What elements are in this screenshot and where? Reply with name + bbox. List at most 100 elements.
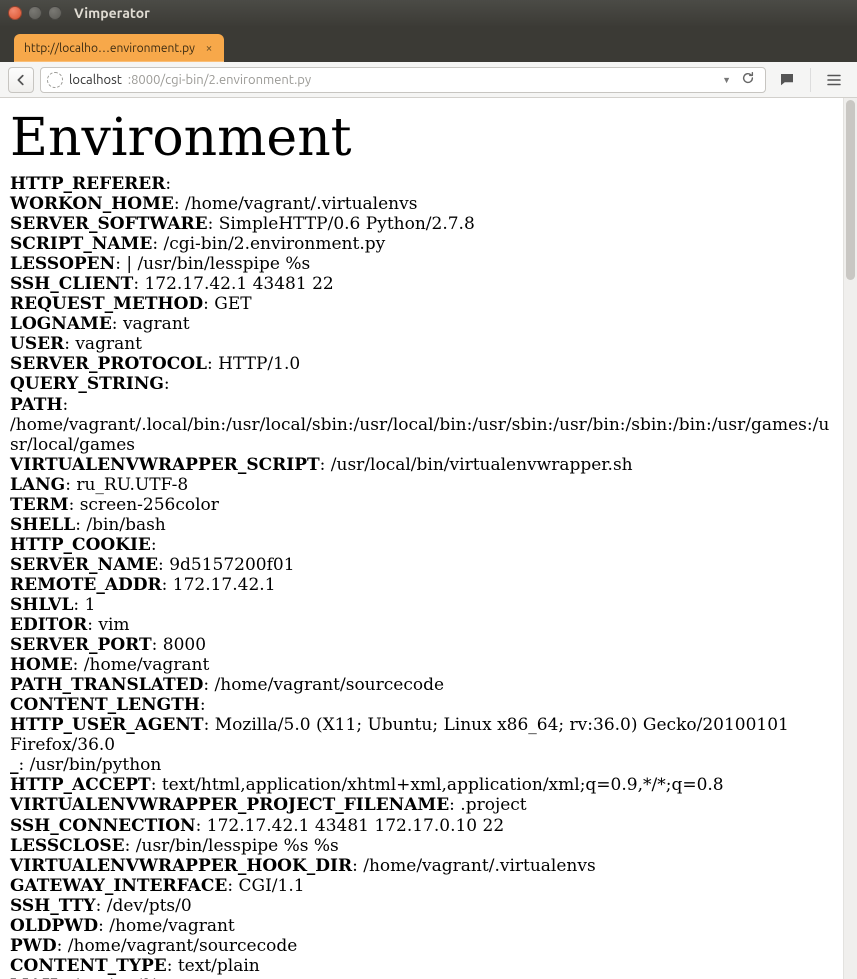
page-heading: Environment [10, 108, 837, 168]
env-row: EDITOR: vim [10, 615, 837, 635]
chat-icon[interactable] [772, 67, 802, 93]
env-row: SERVER_PORT: 8000 [10, 635, 837, 655]
env-row: OLDPWD: /home/vagrant [10, 916, 837, 936]
env-value: vim [98, 615, 129, 635]
env-row: HOME: /home/vagrant [10, 655, 837, 675]
env-row: HTTP_USER_AGENT: Mozilla/5.0 (X11; Ubunt… [10, 715, 837, 755]
env-key: WORKON_HOME [10, 194, 174, 214]
env-value: 9d5157200f01 [169, 555, 294, 575]
url-bar[interactable]: localhost:8000/cgi-bin/2.environment.py … [40, 67, 766, 93]
url-path: :8000/cgi-bin/2.environment.py [128, 73, 311, 87]
env-key: SHELL [10, 515, 75, 535]
env-row: CONTENT_LENGTH: [10, 695, 837, 715]
env-row: SCRIPT_NAME: /cgi-bin/2.environment.py [10, 234, 837, 254]
env-row: QUERY_STRING: [10, 374, 837, 394]
env-key: CONTENT_TYPE [10, 956, 167, 976]
env-key: SSH_TTY [10, 896, 96, 916]
env-key: PWD [10, 936, 57, 956]
env-key: HTTP_REFERER [10, 174, 165, 194]
env-value: /usr/local/bin/virtualenvwrapper.sh [331, 455, 633, 475]
env-row: PATH_TRANSLATED: /home/vagrant/sourcecod… [10, 675, 837, 695]
env-value: vagrant [123, 314, 190, 334]
env-key: SHLVL [10, 595, 73, 615]
env-value: screen-256color [80, 495, 219, 515]
env-row: LANG: ru_RU.UTF-8 [10, 475, 837, 495]
env-key: CONTENT_LENGTH [10, 695, 200, 715]
window-minimize-icon[interactable] [28, 6, 42, 20]
env-key: LANG [10, 475, 65, 495]
env-key: SCRIPT_NAME [10, 234, 152, 254]
env-value: /home/vagrant/sourcecode [215, 675, 445, 695]
env-row: REQUEST_METHOD: GET [10, 294, 837, 314]
hamburger-menu-icon[interactable] [819, 67, 849, 93]
env-value: ru_RU.UTF-8 [76, 475, 188, 495]
env-row: HTTP_REFERER: [10, 174, 837, 194]
env-key: VIRTUALENVWRAPPER_HOOK_DIR [10, 856, 352, 876]
url-dropdown-icon[interactable]: ▼ [722, 75, 731, 85]
env-value: 172.17.42.1 43481 172.17.0.10 22 [207, 816, 504, 836]
env-key: REMOTE_ADDR [10, 575, 162, 595]
env-row: VIRTUALENVWRAPPER_PROJECT_FILENAME: .pro… [10, 795, 837, 815]
env-key: VIRTUALENVWRAPPER_SCRIPT [10, 455, 320, 475]
window-maximize-icon[interactable] [48, 6, 62, 20]
env-row: WORKON_HOME: /home/vagrant/.virtualenvs [10, 194, 837, 214]
env-key: SSH_CLIENT [10, 274, 133, 294]
browser-toolbar: localhost:8000/cgi-bin/2.environment.py … [0, 62, 857, 98]
env-key: LOGNAME [10, 314, 112, 334]
env-row: TERM: screen-256color [10, 495, 837, 515]
env-key: GATEWAY_INTERFACE [10, 876, 227, 896]
env-key: SERVER_PROTOCOL [10, 354, 207, 374]
toolbar-separator [810, 68, 811, 92]
env-row: GATEWAY_INTERFACE: CGI/1.1 [10, 876, 837, 896]
scrollbar-thumb[interactable] [846, 100, 855, 280]
env-key: OLDPWD [10, 916, 98, 936]
env-value: /home/vagrant/sourcecode [68, 936, 298, 956]
vertical-scrollbar[interactable] [843, 98, 857, 979]
env-value: /usr/bin/lesspipe %s %s [136, 836, 339, 856]
env-row: LESSCLOSE: /usr/bin/lesspipe %s %s [10, 836, 837, 856]
env-row: PATH: /home/vagrant/.local/bin:/usr/loca… [10, 395, 837, 455]
url-host: localhost [69, 73, 122, 87]
env-key: SERVER_NAME [10, 555, 158, 575]
env-value: /home/vagrant/.local/bin:/usr/local/sbin… [10, 415, 829, 455]
page-content: Environment HTTP_REFERER: WORKON_HOME: /… [0, 98, 843, 979]
tab-close-icon[interactable]: × [202, 41, 216, 55]
browser-tab[interactable]: http://localho…environment.py × [14, 34, 224, 62]
env-row: _: /usr/bin/python [10, 755, 837, 775]
env-value: 172.17.42.1 43481 22 [144, 274, 333, 294]
env-key: _ [10, 755, 19, 775]
env-key: USER [10, 334, 64, 354]
page-viewport: Environment HTTP_REFERER: WORKON_HOME: /… [0, 98, 857, 979]
env-row: VIRTUALENVWRAPPER_SCRIPT: /usr/local/bin… [10, 455, 837, 475]
env-key: QUERY_STRING [10, 374, 164, 394]
env-key: VIRTUALENVWRAPPER_PROJECT_FILENAME [10, 795, 449, 815]
window-close-icon[interactable] [8, 6, 22, 20]
env-row: SSH_CLIENT: 172.17.42.1 43481 22 [10, 274, 837, 294]
env-value: /home/vagrant/.virtualenvs [363, 856, 595, 876]
env-value: .project [460, 795, 526, 815]
reload-icon[interactable] [737, 71, 759, 88]
env-row: SERVER_PROTOCOL: HTTP/1.0 [10, 354, 837, 374]
env-key: HOME [10, 655, 73, 675]
env-row: LOGNAME: vagrant [10, 314, 837, 334]
env-key: TERM [10, 495, 69, 515]
tab-label: http://localho…environment.py [24, 42, 196, 55]
identity-globe-icon[interactable] [47, 72, 63, 88]
env-key: HTTP_ACCEPT [10, 775, 151, 795]
env-value: CGI/1.1 [239, 876, 305, 896]
env-value: SimpleHTTP/0.6 Python/2.7.8 [219, 214, 475, 234]
env-key: LESSCLOSE [10, 836, 125, 856]
env-key: SSH_CONNECTION [10, 816, 196, 836]
env-value: /home/vagrant/.virtualenvs [185, 194, 417, 214]
env-row: HTTP_ACCEPT: text/html,application/xhtml… [10, 775, 837, 795]
window-title: Vimperator [74, 5, 150, 21]
env-key: PATH_TRANSLATED [10, 675, 203, 695]
env-value: /home/vagrant [109, 916, 234, 936]
env-value: /bin/bash [86, 515, 165, 535]
env-value: 8000 [163, 635, 206, 655]
env-row: LESSOPEN: | /usr/bin/lesspipe %s [10, 254, 837, 274]
back-button[interactable] [8, 67, 34, 93]
env-value: /usr/bin/python [30, 755, 162, 775]
env-key: EDITOR [10, 615, 87, 635]
env-value: /home/vagrant [84, 655, 209, 675]
